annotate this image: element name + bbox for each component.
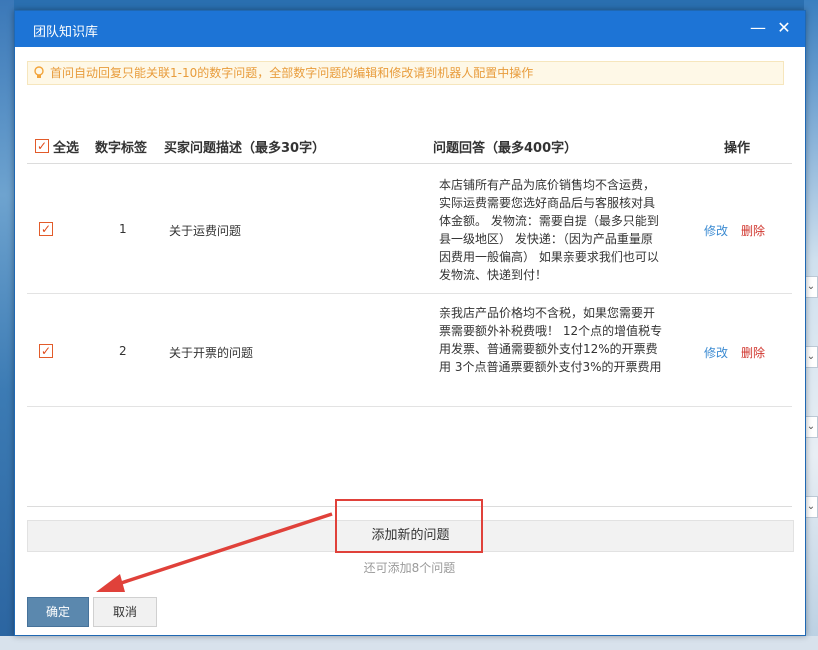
close-icon[interactable]: ✕ xyxy=(773,17,795,39)
table-header: ✓ 全选 数字标签 买家问题描述（最多30字） 问题回答（最多400字） 操作 xyxy=(27,129,792,164)
edit-link[interactable]: 修改 xyxy=(704,222,728,239)
desktop-background-right xyxy=(804,0,818,650)
actions-header: 操作 xyxy=(724,141,751,156)
chevron-down-icon[interactable]: ⌄ xyxy=(804,496,818,518)
tip-text: 首问自动回复只能关联1-10的数字问题，全部数字问题的编辑和修改请到机器人配置中… xyxy=(50,66,534,80)
chevron-down-icon[interactable]: ⌄ xyxy=(804,276,818,298)
table-row: ✓ 1 关于运费问题 本店铺所有产品为底价销售均不含运费，实际运费需要您选好商品… xyxy=(27,164,792,294)
remaining-count-text: 还可添加8个问题 xyxy=(363,561,456,575)
team-knowledge-dialog: 团队知识库 — ✕ 首问自动回复只能关联1-10的数字问题，全部数字问题的编辑和… xyxy=(14,10,806,636)
row-checkbox[interactable]: ✓ xyxy=(39,222,53,236)
row-checkbox[interactable]: ✓ xyxy=(39,344,53,358)
row-question: 关于开票的问题 xyxy=(169,346,254,360)
cancel-button[interactable]: 取消 xyxy=(93,597,157,627)
select-all-label: 全选 xyxy=(53,141,80,156)
answer-header: 问题回答（最多400字） xyxy=(433,141,578,156)
delete-link[interactable]: 删除 xyxy=(741,344,765,361)
desktop-background-bottom xyxy=(0,636,818,650)
dialog-title: 团队知识库 xyxy=(33,25,99,40)
row-number: 2 xyxy=(119,344,127,358)
select-all-checkbox[interactable]: ✓ xyxy=(35,139,49,153)
row-answer: 本店铺所有产品为底价销售均不含运费，实际运费需要您选好商品后与客服核对具体金额。… xyxy=(439,178,659,282)
annotation-highlight-box xyxy=(335,499,483,553)
delete-link[interactable]: 删除 xyxy=(741,222,765,239)
question-desc-header: 买家问题描述（最多30字） xyxy=(164,141,326,156)
table-row: ✓ 2 关于开票的问题 亲我店产品价格均不含税，如果您需要开票需要额外补税费哦！… xyxy=(27,294,792,407)
minimize-icon[interactable]: — xyxy=(747,17,769,39)
dialog-titlebar: 团队知识库 — ✕ xyxy=(15,11,805,47)
chevron-down-icon[interactable]: ⌄ xyxy=(804,416,818,438)
row-question: 关于运费问题 xyxy=(169,224,242,238)
edit-link[interactable]: 修改 xyxy=(704,344,728,361)
lightbulb-icon xyxy=(34,62,44,88)
row-number: 1 xyxy=(119,222,127,236)
tip-banner: 首问自动回复只能关联1-10的数字问题，全部数字问题的编辑和修改请到机器人配置中… xyxy=(27,61,784,85)
ok-button[interactable]: 确定 xyxy=(27,597,89,627)
desktop-background-left xyxy=(0,0,14,650)
number-tag-header: 数字标签 xyxy=(95,141,148,156)
chevron-down-icon[interactable]: ⌄ xyxy=(804,346,818,368)
row-answer: 亲我店产品价格均不含税，如果您需要开票需要额外补税费哦！ 12个点的增值税专用发… xyxy=(439,306,663,374)
